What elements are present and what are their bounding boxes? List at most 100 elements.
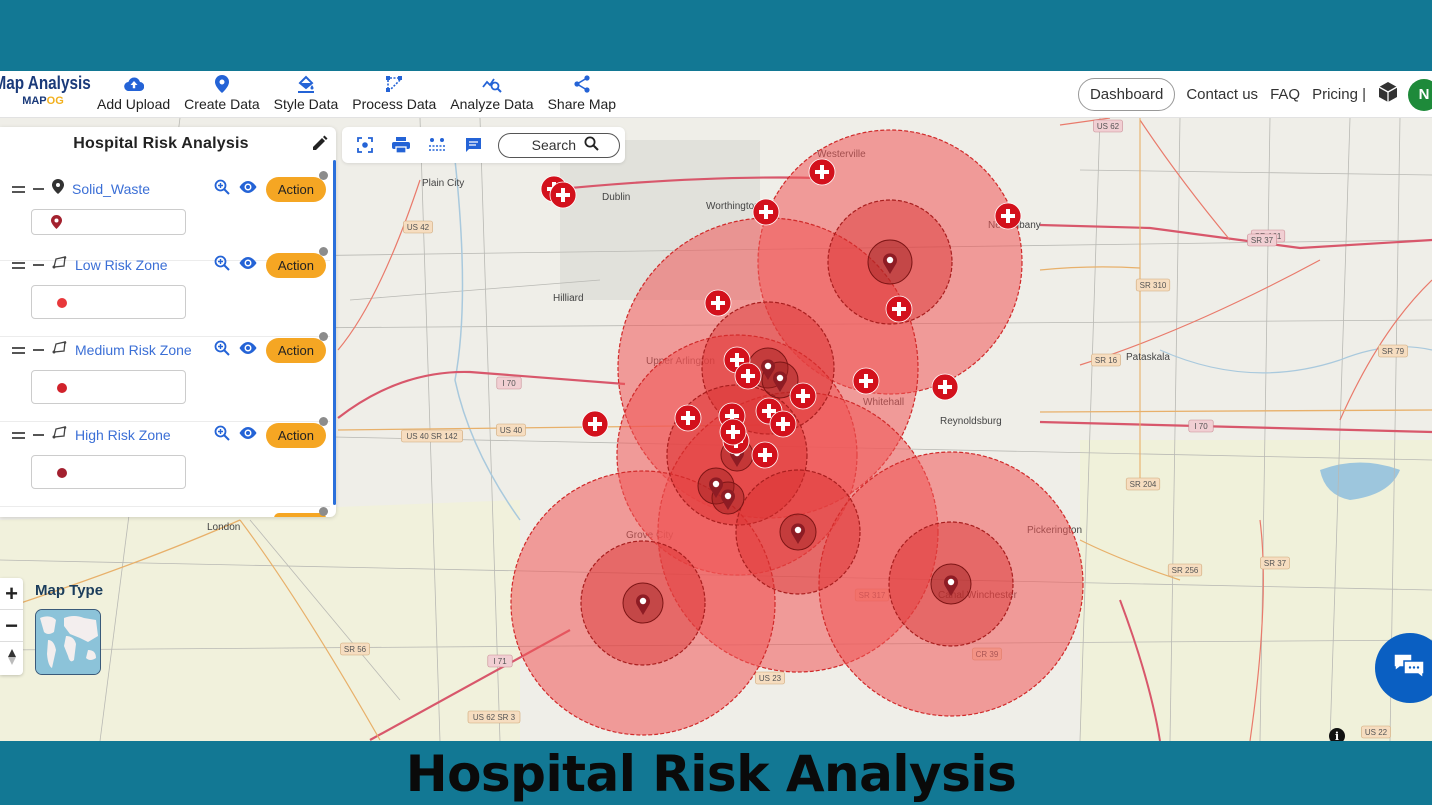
road-shield: SR 56	[340, 642, 370, 656]
road-shield: I 71	[487, 654, 513, 668]
pricing-link[interactable]: Pricing |	[1312, 86, 1366, 103]
layer-tools	[266, 504, 328, 517]
svg-text:SR 256: SR 256	[1172, 566, 1199, 575]
svg-text:SR 37: SR 37	[1251, 236, 1274, 245]
hospital-marker-icon	[581, 410, 609, 438]
nav-style-data[interactable]: Style Data	[267, 71, 346, 118]
zoom-to-layer-icon[interactable]	[214, 179, 230, 200]
caption-banner: Hospital Risk Analysis	[0, 741, 1432, 805]
polygon-layer-icon	[52, 255, 67, 275]
chat-bubbles-icon	[1392, 652, 1428, 685]
drag-handle-icon[interactable]	[12, 261, 25, 269]
hospital-marker-icon	[885, 295, 913, 323]
svg-text:SR 37: SR 37	[1264, 559, 1287, 568]
analyze-chart-icon	[482, 73, 502, 95]
contact-us-link[interactable]: Contact us	[1186, 86, 1258, 103]
layer-item-medium-risk-zone[interactable]: Medium Risk Zone Action	[0, 331, 330, 422]
status-dot	[319, 507, 328, 516]
measure-icon[interactable]	[426, 134, 448, 156]
compass-reset-button[interactable]	[0, 642, 23, 674]
layer-name[interactable]: Solid_Waste	[72, 181, 150, 197]
zoom-in-button[interactable]: +	[0, 578, 23, 610]
road-shield: US 42	[403, 220, 433, 234]
map-type-switcher[interactable]	[35, 609, 101, 675]
road-shield: SR 37	[1260, 556, 1290, 570]
print-icon[interactable]	[390, 134, 412, 156]
nav-process-data[interactable]: Process Data	[345, 71, 443, 118]
layer-name[interactable]: High Risk Zone	[75, 427, 171, 443]
svg-text:I 70: I 70	[1194, 422, 1208, 431]
world-map-icon	[36, 610, 100, 674]
place-label: Plain City	[422, 178, 464, 189]
drag-handle-icon[interactable]	[12, 431, 25, 439]
action-button[interactable]: Action	[265, 416, 328, 448]
road-shield: SR 310	[1135, 278, 1171, 292]
panel-title: Hospital Risk Analysis	[73, 135, 249, 152]
hospital-marker-icon	[704, 289, 732, 317]
zoom-to-layer-icon[interactable]	[214, 340, 230, 361]
status-dot	[319, 170, 328, 180]
layer-tools: Action	[214, 416, 328, 449]
collapse-icon[interactable]	[33, 434, 44, 436]
drag-handle-icon[interactable]	[12, 185, 25, 193]
legend-box	[31, 209, 186, 235]
layer-item-solid-waste[interactable]: Solid_Waste Action	[0, 170, 330, 261]
action-button[interactable]: Action	[265, 170, 328, 202]
nav-label: Share Map	[547, 96, 617, 112]
action-button[interactable]: Action	[265, 246, 328, 278]
brand-subtitle: MAPOG	[22, 95, 64, 107]
layer-item-low-risk-zone[interactable]: Low Risk Zone Action	[0, 246, 330, 337]
legend-box	[31, 285, 186, 319]
collapse-icon[interactable]	[33, 349, 44, 351]
faq-link[interactable]: FAQ	[1270, 86, 1300, 103]
svg-text:I 71: I 71	[493, 657, 507, 666]
dashboard-button[interactable]: Dashboard	[1077, 78, 1176, 111]
visibility-eye-icon[interactable]	[238, 426, 258, 445]
road-shield: SR 16	[1091, 353, 1121, 367]
brand-logo[interactable]: Map Analysis MAPOG	[0, 73, 91, 107]
svg-text:US 40: US 40	[500, 426, 523, 435]
zoom-to-layer-icon[interactable]	[214, 425, 230, 446]
road-shield: I 70	[1188, 419, 1214, 433]
road-shield: US 62	[1093, 119, 1123, 133]
comment-icon[interactable]	[462, 134, 484, 156]
location-pin-icon	[214, 73, 229, 95]
svg-text:US 42: US 42	[407, 223, 430, 232]
focus-icon[interactable]	[354, 134, 376, 156]
layer-name[interactable]: Low Risk Zone	[75, 257, 168, 273]
collapse-icon[interactable]	[33, 264, 44, 266]
caption-title: Hospital Risk Analysis	[405, 745, 1017, 803]
cube-3d-icon[interactable]	[1378, 81, 1398, 108]
top-banner	[0, 0, 1432, 71]
layer-item-high-risk-zone[interactable]: High Risk Zone Action	[0, 416, 330, 507]
svg-text:SR 56: SR 56	[344, 645, 367, 654]
layer-tools: Action	[214, 246, 328, 279]
nav-label: Create Data	[184, 96, 260, 112]
map-search-button[interactable]: Search	[498, 132, 620, 158]
collapse-icon[interactable]	[33, 188, 44, 190]
visibility-eye-icon[interactable]	[238, 180, 258, 199]
action-button[interactable]	[274, 507, 328, 517]
top-navbar: Map Analysis MAPOG Add Upload Create Dat…	[0, 71, 1432, 118]
road-shield: US 40 SR 142	[401, 429, 463, 443]
nav-create-data[interactable]: Create Data	[177, 71, 266, 118]
user-avatar[interactable]: N	[1408, 78, 1432, 111]
panel-scrollbar[interactable]	[333, 160, 336, 505]
edit-pencil-icon[interactable]	[311, 135, 328, 157]
visibility-eye-icon[interactable]	[238, 256, 258, 275]
legend-box	[31, 455, 186, 489]
layer-item-partial[interactable]	[0, 506, 330, 517]
layer-name[interactable]: Medium Risk Zone	[75, 342, 192, 358]
drag-handle-icon[interactable]	[12, 346, 25, 354]
zoom-to-layer-icon[interactable]	[214, 255, 230, 276]
nav-add-upload[interactable]: Add Upload	[90, 71, 177, 118]
polygon-layer-icon	[52, 425, 67, 445]
map-toolbar: Search	[342, 127, 625, 163]
legend-swatch	[57, 298, 67, 308]
nav-analyze-data[interactable]: Analyze Data	[443, 71, 540, 118]
action-button[interactable]: Action	[265, 331, 328, 363]
zoom-out-button[interactable]: −	[0, 610, 23, 642]
visibility-eye-icon[interactable]	[238, 341, 258, 360]
hospital-marker-icon	[734, 362, 762, 390]
nav-share-map[interactable]: Share Map	[541, 71, 623, 118]
